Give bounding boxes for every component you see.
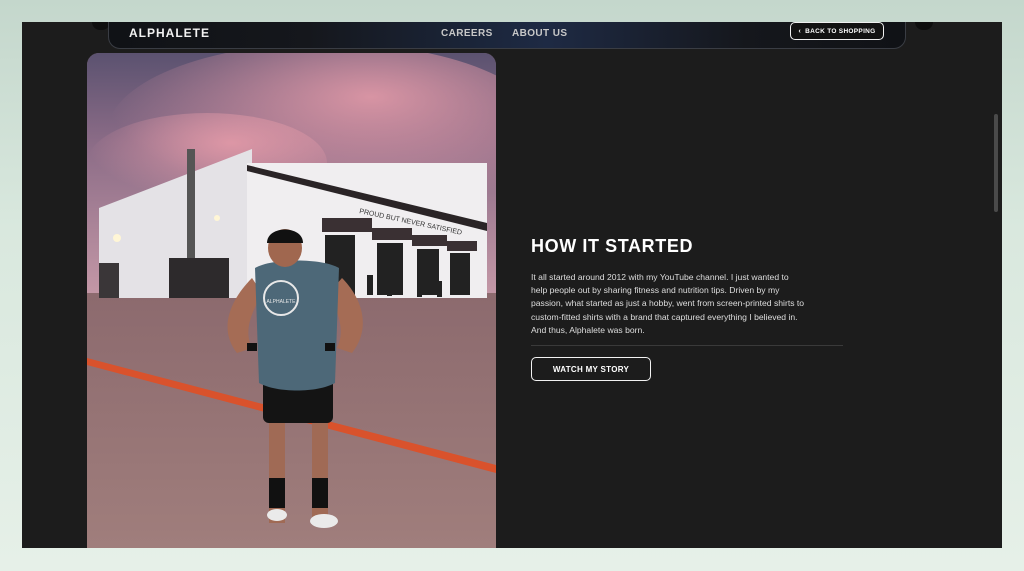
section-divider [531,345,843,347]
story-body: It all started around 2012 with my YouTu… [531,272,805,335]
story-section: HOW IT STARTED It all started around 201… [531,236,851,382]
watch-my-story-button[interactable]: WATCH MY STORY [531,357,651,382]
about-page: ALPHALETE CAREERS ABOUT US ‹ BACK TO SHO… [22,22,1002,548]
top-navbar: ALPHALETE CAREERS ABOUT US ‹ BACK TO SHO… [108,22,906,49]
hero-photo: PROUD BUT NEVER SATISFIED ALPHALETE [87,53,496,548]
back-to-shopping-label: BACK TO SHOPPING [805,27,876,35]
back-to-shopping-button[interactable]: ‹ BACK TO SHOPPING [790,22,884,40]
frame-corner-right [915,22,933,30]
story-title: HOW IT STARTED [531,236,694,256]
nav-careers-link[interactable]: CAREERS [441,28,493,39]
brand-logo[interactable]: ALPHALETE [129,26,210,40]
scrollbar-thumb[interactable] [994,114,998,212]
shirt-logo-text: ALPHALETE [267,299,297,305]
nav-about-us-link[interactable]: ABOUT US [512,28,567,39]
chevron-left-icon: ‹ [798,27,802,35]
